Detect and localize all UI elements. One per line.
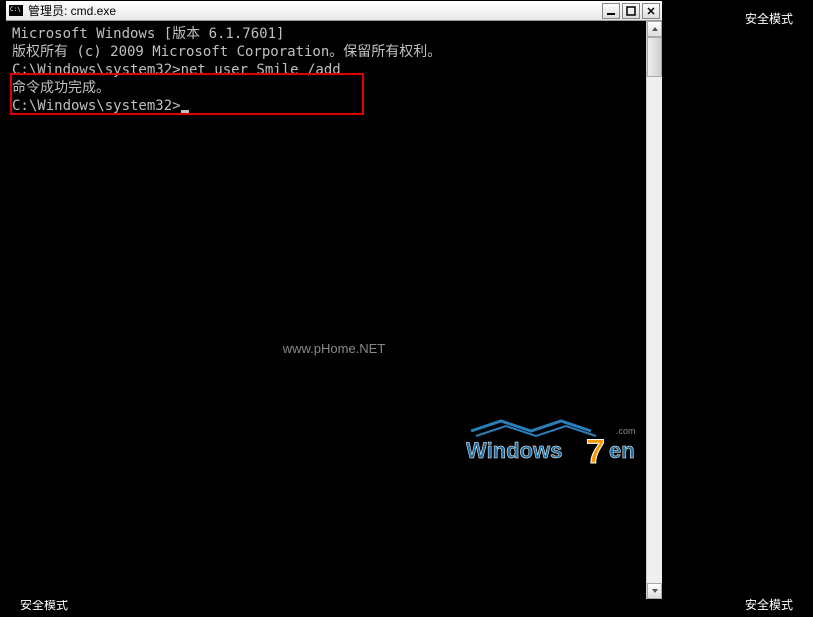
- maximize-button[interactable]: [622, 3, 640, 19]
- maximize-icon: [626, 6, 636, 16]
- chevron-down-icon: [651, 587, 659, 595]
- windows7en-logo: Windows 7 en .com: [466, 416, 656, 476]
- terminal-line: 命令成功完成。: [12, 79, 656, 97]
- minimize-button[interactable]: [602, 3, 620, 19]
- cursor: [181, 110, 189, 113]
- terminal-line: Microsoft Windows [版本 6.1.7601]: [12, 25, 656, 43]
- svg-text:.com: .com: [616, 426, 636, 436]
- close-button[interactable]: [642, 3, 660, 19]
- svg-text:Windows: Windows: [466, 438, 562, 463]
- terminal-area[interactable]: Microsoft Windows [版本 6.1.7601] 版权所有 (c)…: [6, 21, 662, 599]
- cmd-window: 管理员: cmd.exe Microsoft Windows [版本 6.1.7…: [5, 0, 663, 600]
- safemode-label-bottomright: 安全模式: [745, 596, 793, 613]
- window-title: 管理员: cmd.exe: [28, 2, 602, 19]
- cmd-icon: [8, 4, 24, 18]
- titlebar[interactable]: 管理员: cmd.exe: [6, 1, 662, 21]
- scroll-down-button[interactable]: [647, 583, 662, 599]
- minimize-icon: [606, 6, 616, 16]
- svg-text:7: 7: [586, 433, 605, 471]
- svg-text:en: en: [609, 438, 635, 463]
- terminal-line: 版权所有 (c) 2009 Microsoft Corporation。保留所有…: [12, 43, 656, 61]
- safemode-label-topright: 安全模式: [745, 10, 793, 27]
- terminal-line: C:\Windows\system32>net user Smile /add: [12, 61, 656, 79]
- watermark-text: www.pHome.NET: [283, 341, 386, 356]
- close-icon: [646, 6, 656, 16]
- window-controls: [602, 3, 660, 19]
- vertical-scrollbar[interactable]: [646, 21, 662, 599]
- terminal-prompt-active: C:\Windows\system32>: [12, 97, 656, 115]
- chevron-up-icon: [651, 25, 659, 33]
- scroll-thumb[interactable]: [647, 37, 662, 77]
- scroll-up-button[interactable]: [647, 21, 662, 37]
